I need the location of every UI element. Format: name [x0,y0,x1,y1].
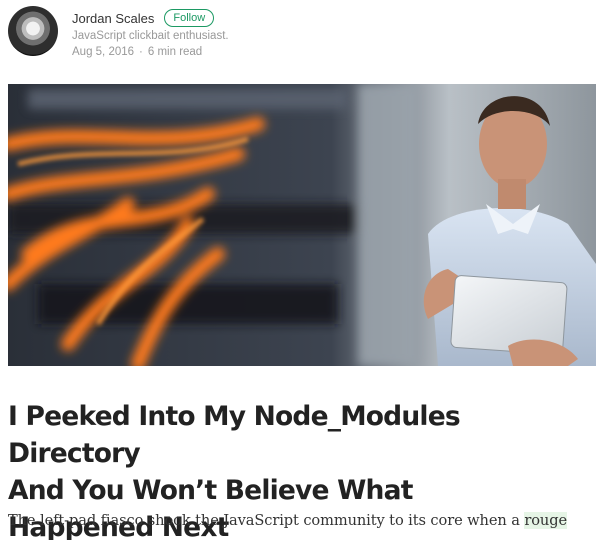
author-name[interactable]: Jordan Scales [72,11,154,26]
author-row: Jordan Scales Follow [72,8,229,28]
author-bio: JavaScript clickbait enthusiast. [72,30,229,42]
author-block: Jordan Scales Follow JavaScript clickbai… [8,4,229,64]
author-avatar[interactable] [8,6,58,56]
post-date[interactable]: Aug 5, 2016 [72,46,134,58]
meta-separator: · [139,46,143,58]
title-line: And You Won’t Believe What [8,475,413,506]
post-meta: Aug 5, 2016 · 6 min read [72,46,229,58]
follow-button[interactable]: Follow [164,9,215,27]
author-info: Jordan Scales Follow JavaScript clickbai… [72,4,229,64]
hero-illustration [8,84,596,366]
read-time: 6 min read [147,46,203,58]
hero-image [8,84,596,366]
title-line: I Peeked Into My Node_Modules Directory [8,401,461,469]
subtitle-text: The left-pad fiasco shook the JavaScript… [8,512,525,529]
highlighted-word[interactable]: rouge [524,512,567,529]
article-subtitle: The left-pad fiasco shook the JavaScript… [8,512,596,529]
